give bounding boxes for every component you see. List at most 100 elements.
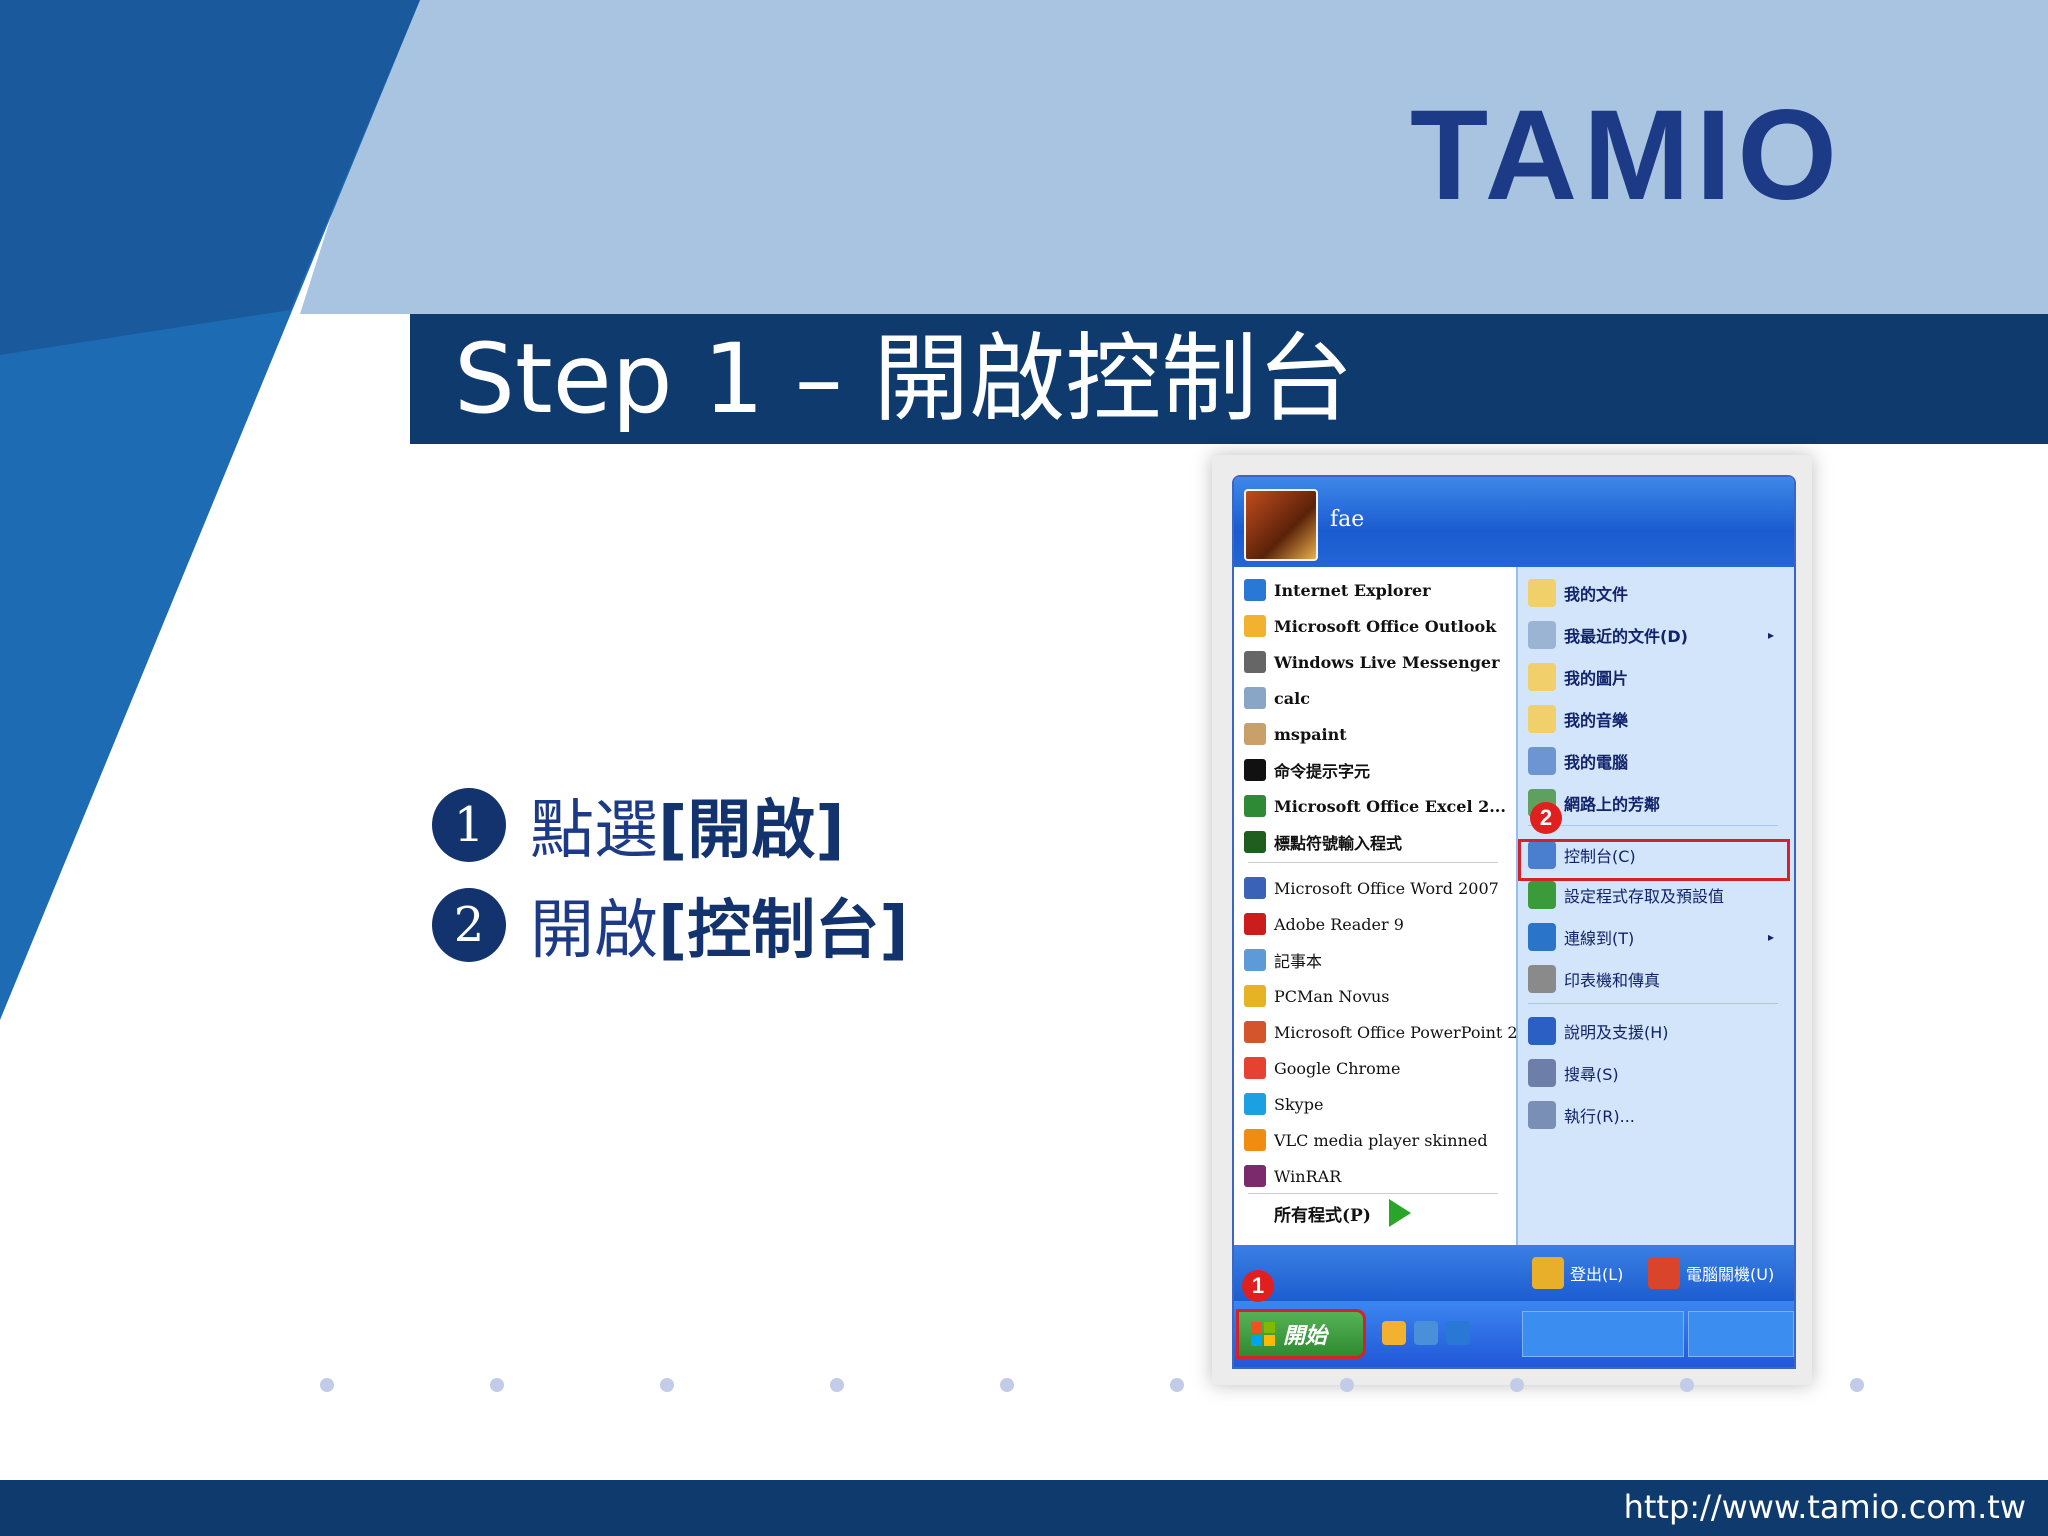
dot: [1510, 1378, 1524, 1392]
step-2-number: 2: [432, 888, 506, 962]
dot: [320, 1378, 334, 1392]
start-menu-footer: 登出(L) 電腦關機(U): [1234, 1245, 1794, 1301]
shutdown-button[interactable]: 電腦關機(U): [1648, 1257, 1774, 1289]
place-label: 說明及支援(H): [1564, 1023, 1669, 1042]
all-programs-button[interactable]: 所有程式(P): [1274, 1199, 1411, 1227]
place-item[interactable]: 我最近的文件(D) ▸: [1528, 617, 1788, 653]
program-label: 標點符號輸入程式: [1274, 834, 1403, 853]
decorative-dots: [320, 1378, 1880, 1392]
recent-docs-icon: [1528, 621, 1556, 649]
program-item[interactable]: 標點符號輸入程式: [1244, 825, 1402, 859]
excel-icon: [1244, 795, 1266, 817]
dot: [660, 1378, 674, 1392]
outlook-quicklaunch-icon[interactable]: [1382, 1321, 1406, 1345]
footer-bar: http://www.tamio.com.tw: [0, 1480, 2048, 1536]
program-label: calc: [1274, 688, 1310, 708]
program-item[interactable]: Microsoft Office Word 2007: [1244, 871, 1499, 905]
place-label: 印表機和傳真: [1564, 971, 1661, 990]
notepad-icon: [1244, 949, 1266, 971]
user-avatar[interactable]: [1244, 489, 1318, 561]
desktop-quicklaunch-icon[interactable]: [1414, 1321, 1438, 1345]
place-label: 我的音樂: [1564, 711, 1629, 730]
place-label: 設定程式存取及預設值: [1564, 887, 1725, 906]
paint-icon: [1244, 723, 1266, 745]
start-label: 開始: [1283, 1324, 1328, 1349]
program-item[interactable]: calc: [1244, 681, 1310, 715]
program-item[interactable]: Microsoft Office PowerPoint 2...: [1244, 1015, 1533, 1049]
place-item[interactable]: 我的圖片: [1528, 659, 1788, 695]
taskbar-slot[interactable]: [1522, 1311, 1684, 1357]
place-label: 我的電腦: [1564, 753, 1629, 772]
program-item[interactable]: 記事本: [1244, 943, 1322, 977]
calc-icon: [1244, 687, 1266, 709]
taskbar: 開始: [1234, 1301, 1794, 1367]
step-2: 2 開啟[控制台]: [432, 880, 909, 970]
place-item[interactable]: 執行(R)...: [1528, 1097, 1788, 1133]
place-item[interactable]: 我的電腦: [1528, 743, 1788, 779]
music-folder-icon: [1528, 705, 1556, 733]
defaults-icon: [1528, 881, 1556, 909]
key-icon: [1532, 1257, 1564, 1289]
program-item[interactable]: Internet Explorer: [1244, 573, 1431, 607]
step-1-text: 點選[開啟]: [530, 794, 845, 868]
place-item[interactable]: 搜尋(S): [1528, 1055, 1788, 1091]
printer-icon: [1528, 965, 1556, 993]
start-menu-screenshot: fae Internet Explorer Microsoft Office Ou…: [1212, 455, 1812, 1385]
step-1-number: 1: [432, 788, 506, 862]
control-panel-highlight: [1518, 839, 1790, 881]
help-icon: [1528, 1017, 1556, 1045]
powerpoint-icon: [1244, 1021, 1266, 1043]
program-item[interactable]: WinRAR: [1244, 1159, 1341, 1193]
place-item[interactable]: 印表機和傳真: [1528, 961, 1788, 997]
messenger-icon: [1244, 651, 1266, 673]
program-item[interactable]: Skype: [1244, 1087, 1323, 1121]
all-programs-label: 所有程式(P): [1274, 1205, 1371, 1226]
word-icon: [1244, 877, 1266, 899]
programs-pane: Internet Explorer Microsoft Office Outloo…: [1234, 567, 1533, 1245]
place-item[interactable]: 網路上的芳鄰: [1528, 785, 1788, 821]
place-item[interactable]: 連線到(T) ▸: [1528, 919, 1788, 955]
step-1: 1 點選[開啟]: [432, 780, 845, 870]
outlook-icon: [1244, 615, 1266, 637]
dot: [490, 1378, 504, 1392]
logoff-button[interactable]: 登出(L): [1532, 1257, 1623, 1289]
program-item[interactable]: mspaint: [1244, 717, 1347, 751]
divider: [1248, 862, 1498, 863]
program-item[interactable]: VLC media player skinned: [1244, 1123, 1488, 1157]
program-item[interactable]: Microsoft Office Excel 2...: [1244, 789, 1506, 823]
program-label: mspaint: [1274, 724, 1347, 744]
place-item[interactable]: 設定程式存取及預設值: [1528, 877, 1788, 913]
place-item[interactable]: 說明及支援(H): [1528, 1013, 1788, 1049]
step-2-text: 開啟[控制台]: [530, 894, 909, 968]
ie-quicklaunch-icon[interactable]: [1446, 1321, 1470, 1345]
start-menu: fae Internet Explorer Microsoft Office Ou…: [1232, 475, 1796, 1369]
place-label: 網路上的芳鄰: [1564, 795, 1661, 814]
program-item[interactable]: Google Chrome: [1244, 1051, 1400, 1085]
program-label: Windows Live Messenger: [1274, 652, 1500, 672]
program-item[interactable]: Microsoft Office Outlook: [1244, 609, 1496, 643]
program-item[interactable]: Windows Live Messenger: [1244, 645, 1500, 679]
marker-1: 1: [1242, 1270, 1274, 1302]
place-item[interactable]: 我的文件: [1528, 575, 1788, 611]
shutdown-label: 電腦關機(U): [1686, 1265, 1775, 1284]
program-item[interactable]: Adobe Reader 9: [1244, 907, 1404, 941]
user-name: fae: [1330, 507, 1365, 532]
place-label: 連線到(T): [1564, 929, 1635, 948]
program-item[interactable]: PCMan Novus: [1244, 979, 1390, 1013]
footer-url[interactable]: http://www.tamio.com.tw: [1624, 1488, 2026, 1526]
start-button[interactable]: 開始: [1236, 1309, 1366, 1359]
computer-icon: [1528, 747, 1556, 775]
program-item[interactable]: 命令提示字元: [1244, 753, 1370, 787]
pcman-icon: [1244, 985, 1266, 1007]
dot: [1170, 1378, 1184, 1392]
program-label: Google Chrome: [1274, 1058, 1401, 1078]
divider: [1528, 825, 1778, 826]
folder-icon: [1528, 579, 1556, 607]
place-item[interactable]: 我的音樂: [1528, 701, 1788, 737]
green-arrow-icon: [1388, 1199, 1411, 1227]
notification-area[interactable]: [1688, 1311, 1794, 1357]
places-pane: 我的文件 我最近的文件(D) ▸ 我的圖片 我的音樂 我的電腦 網路上的芳鄰 控制台(C) 設定…: [1516, 567, 1794, 1245]
divider: [1528, 1003, 1778, 1004]
program-label: Internet Explorer: [1274, 580, 1431, 600]
divider: [1248, 1193, 1498, 1194]
